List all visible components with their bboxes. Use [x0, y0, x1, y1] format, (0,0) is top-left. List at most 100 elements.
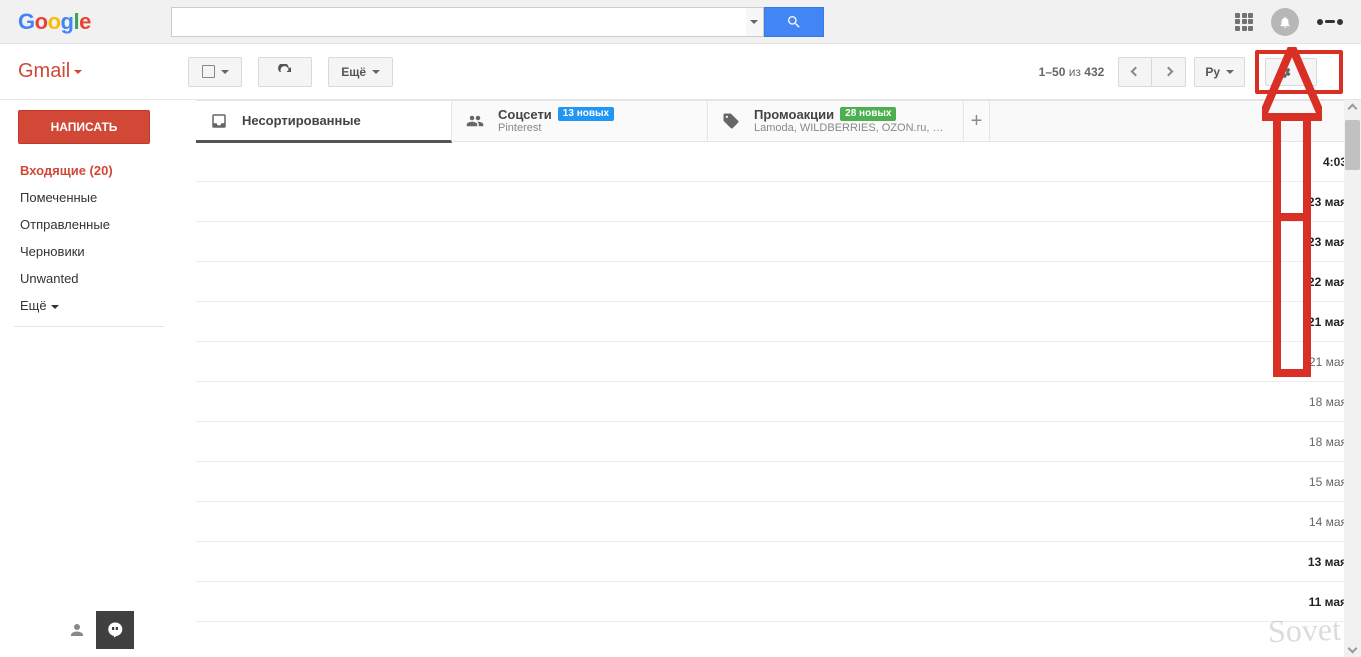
mail-row-date: 13 мая — [1308, 555, 1347, 569]
account-toggle[interactable] — [1317, 19, 1343, 25]
mail-row[interactable]: 11 мая — [196, 582, 1361, 622]
person-icon — [68, 621, 86, 639]
settings-button[interactable] — [1265, 58, 1317, 86]
sidebar-item-more[interactable]: Ещё — [18, 293, 188, 318]
mail-row-date: 11 мая — [1309, 595, 1347, 609]
mail-row[interactable]: 23 мая — [196, 182, 1361, 222]
mail-row[interactable]: 14 мая — [196, 502, 1361, 542]
search-wrap — [171, 7, 824, 37]
mail-row-date: 14 мая — [1309, 515, 1347, 529]
google-logo[interactable]: Google — [18, 9, 91, 35]
sidebar-item-sent[interactable]: Отправленные — [18, 212, 188, 237]
hangouts-icon — [106, 621, 124, 639]
tab-social[interactable]: Соцсети 13 новых Pinterest — [452, 101, 708, 141]
content: НАПИСАТЬ Входящие (20) Помеченные Отправ… — [0, 100, 1361, 657]
search-button[interactable] — [764, 7, 824, 37]
mail-row[interactable]: 21 мая — [196, 342, 1361, 382]
search-icon — [786, 14, 802, 30]
toolbar-left-group: Ещё — [188, 57, 393, 87]
lang-label: Ру — [1205, 65, 1220, 79]
mail-row-date: 21 мая — [1308, 315, 1347, 329]
mail-row[interactable]: 23 мая — [196, 222, 1361, 262]
tab-primary[interactable]: Несортированные — [196, 101, 452, 143]
main-area: Несортированные Соцсети 13 новых Pintere… — [196, 100, 1361, 657]
search-dropdown-toggle[interactable] — [746, 7, 764, 37]
mail-row-date: 21 мая — [1309, 355, 1347, 369]
more-actions-button[interactable]: Ещё — [328, 57, 393, 87]
chevron-down-icon — [372, 70, 380, 74]
tab-promotions[interactable]: Промоакции 28 новых Lamoda, WILDBERRIES,… — [708, 101, 964, 141]
mail-row-date: 18 мая — [1309, 395, 1347, 409]
tab-social-label: Соцсети — [498, 107, 552, 123]
checkbox-icon — [202, 65, 215, 78]
mail-row[interactable]: 21 мая — [196, 302, 1361, 342]
sidebar-bottom — [18, 611, 188, 657]
tab-social-badge: 13 новых — [558, 107, 614, 121]
toolbar-right-group: 1–50 из 432 Ру — [1039, 50, 1343, 94]
inbox-icon — [210, 112, 228, 130]
tab-social-sub: Pinterest — [498, 122, 614, 135]
input-language-button[interactable]: Ру — [1194, 57, 1245, 87]
notifications-button[interactable] — [1271, 8, 1299, 36]
chevron-down-icon — [1298, 70, 1306, 74]
sidebar-folders: Входящие (20) Помеченные Отправленные Че… — [18, 158, 188, 318]
mail-list: 4:03 23 мая 23 мая 22 мая 21 мая 21 мая 18 мая… — [196, 142, 1361, 657]
sidebar: НАПИСАТЬ Входящие (20) Помеченные Отправ… — [0, 100, 196, 657]
apps-icon[interactable] — [1235, 13, 1253, 31]
mail-row-date: 15 мая — [1309, 475, 1347, 489]
chevron-down-icon — [74, 70, 82, 74]
tab-promotions-sub: Lamoda, WILDBERRIES, OZON.ru, La... — [754, 122, 944, 135]
pagination-nav — [1118, 57, 1186, 87]
scrollbar-thumb[interactable] — [1345, 120, 1360, 170]
search-input[interactable] — [171, 7, 746, 37]
chevron-left-icon — [1130, 67, 1140, 77]
tab-promotions-label: Промоакции — [754, 107, 834, 123]
contacts-icon-button[interactable] — [58, 611, 96, 649]
bell-icon — [1278, 15, 1292, 29]
tag-icon — [722, 112, 740, 130]
refresh-button[interactable] — [258, 57, 312, 87]
chevron-down-icon — [1226, 70, 1234, 74]
mail-row[interactable]: 22 мая — [196, 262, 1361, 302]
people-icon — [466, 112, 484, 130]
next-page-button[interactable] — [1152, 57, 1186, 87]
mail-row-date: 23 мая — [1308, 195, 1347, 209]
mail-row-date: 22 мая — [1308, 275, 1347, 289]
sidebar-item-inbox[interactable]: Входящие (20) — [18, 158, 188, 183]
mail-row[interactable]: 18 мая — [196, 382, 1361, 422]
category-tabs: Несортированные Соцсети 13 новых Pintere… — [196, 100, 1361, 142]
header-bar: Google — [0, 0, 1361, 44]
tab-primary-label: Несортированные — [242, 113, 361, 129]
sidebar-item-starred[interactable]: Помеченные — [18, 185, 188, 210]
mail-row[interactable]: 13 мая — [196, 542, 1361, 582]
mail-row[interactable]: 18 мая — [196, 422, 1361, 462]
mail-row-date: 18 мая — [1309, 435, 1347, 449]
chevron-up-icon — [1348, 104, 1358, 114]
chevron-right-icon — [1164, 67, 1174, 77]
pagination-text: 1–50 из 432 — [1039, 65, 1105, 79]
gmail-label-text: Gmail — [18, 60, 70, 83]
chevron-down-icon — [750, 20, 758, 24]
select-all-button[interactable] — [188, 57, 242, 87]
gear-icon — [1276, 64, 1292, 80]
sidebar-item-unwanted[interactable]: Unwanted — [18, 266, 188, 291]
hangouts-icon-button[interactable] — [96, 611, 134, 649]
prev-page-button[interactable] — [1118, 57, 1152, 87]
gmail-menu[interactable]: Gmail — [18, 60, 82, 83]
sidebar-divider — [14, 326, 164, 327]
refresh-icon — [277, 64, 293, 80]
mail-row-date: 23 мая — [1308, 235, 1347, 249]
tab-add-category[interactable]: + — [964, 101, 990, 141]
chevron-down-icon — [221, 70, 229, 74]
scrollbar[interactable] — [1344, 100, 1361, 657]
mail-row[interactable]: 4:03 — [196, 142, 1361, 182]
tab-promotions-badge: 28 новых — [840, 107, 896, 121]
header-right — [1235, 8, 1361, 36]
more-label: Ещё — [341, 65, 366, 79]
sidebar-item-drafts[interactable]: Черновики — [18, 239, 188, 264]
settings-button-highlight — [1255, 50, 1343, 94]
chevron-down-icon — [1348, 644, 1358, 654]
compose-button[interactable]: НАПИСАТЬ — [18, 110, 150, 144]
chevron-down-icon — [51, 305, 59, 309]
mail-row[interactable]: 15 мая — [196, 462, 1361, 502]
